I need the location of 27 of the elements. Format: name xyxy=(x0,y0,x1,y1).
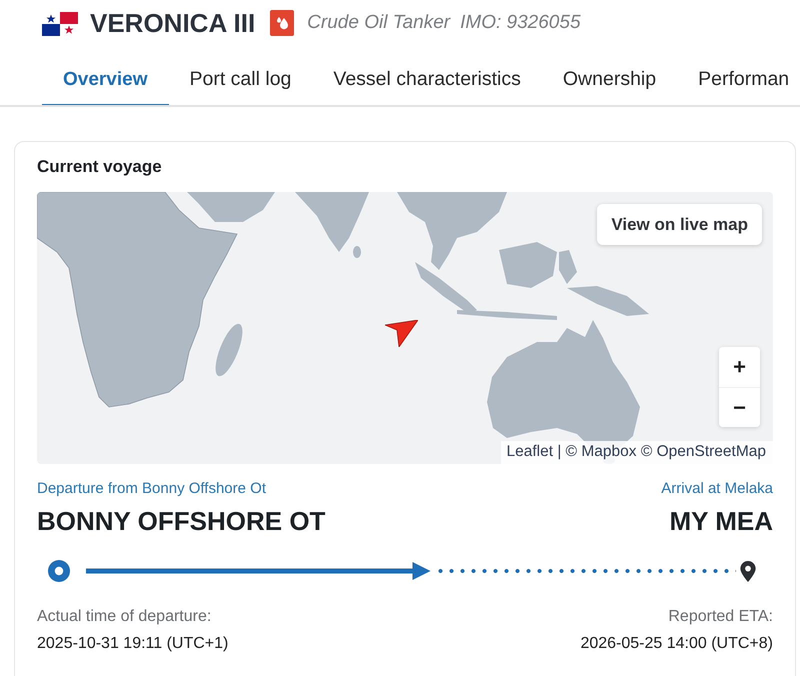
tab[interactable]: Overview xyxy=(42,58,168,105)
tab[interactable]: Ownership xyxy=(542,58,678,105)
departure-time: 2025-10-31 19:11 (UTC+1) xyxy=(37,634,228,654)
departure-port: BONNY OFFSHORE OT xyxy=(37,506,326,536)
arrow-marker-icon xyxy=(385,320,418,347)
arrival-caption: Arrival at Melaka xyxy=(661,479,773,498)
departure-caption: Departure from Bonny Offshore Ot xyxy=(37,479,266,498)
map-drawing[interactable] xyxy=(37,192,773,464)
card-title: Current voyage xyxy=(37,157,163,177)
start-point-icon xyxy=(48,560,70,582)
departure-time-label: Actual time of departure: xyxy=(37,607,212,627)
imo-number: IMO: 9326055 xyxy=(460,12,581,34)
zoom-out-button[interactable]: − xyxy=(719,387,760,427)
vessel-name: VERONICA III xyxy=(90,8,256,38)
arrival-port: MY MEA xyxy=(669,506,773,536)
tab[interactable]: Port call log xyxy=(168,58,312,105)
live-map-button[interactable]: View on live map xyxy=(597,204,762,245)
eta-label: Reported ETA: xyxy=(668,607,773,627)
oil-drop-icon xyxy=(270,10,294,36)
zoom-in-button[interactable]: + xyxy=(719,347,760,387)
tab[interactable]: Vessel characteristics xyxy=(312,58,542,105)
map-attribution: Leaflet | © Mapbox © OpenStreetMap xyxy=(501,441,773,464)
tab[interactable]: Performan xyxy=(677,58,800,105)
location-pin-icon xyxy=(740,560,756,582)
vessel-type: Crude Oil Tanker xyxy=(307,12,450,34)
flag-icon xyxy=(42,12,78,36)
eta-time: 2026-05-25 14:00 (UTC+8) xyxy=(580,634,773,654)
